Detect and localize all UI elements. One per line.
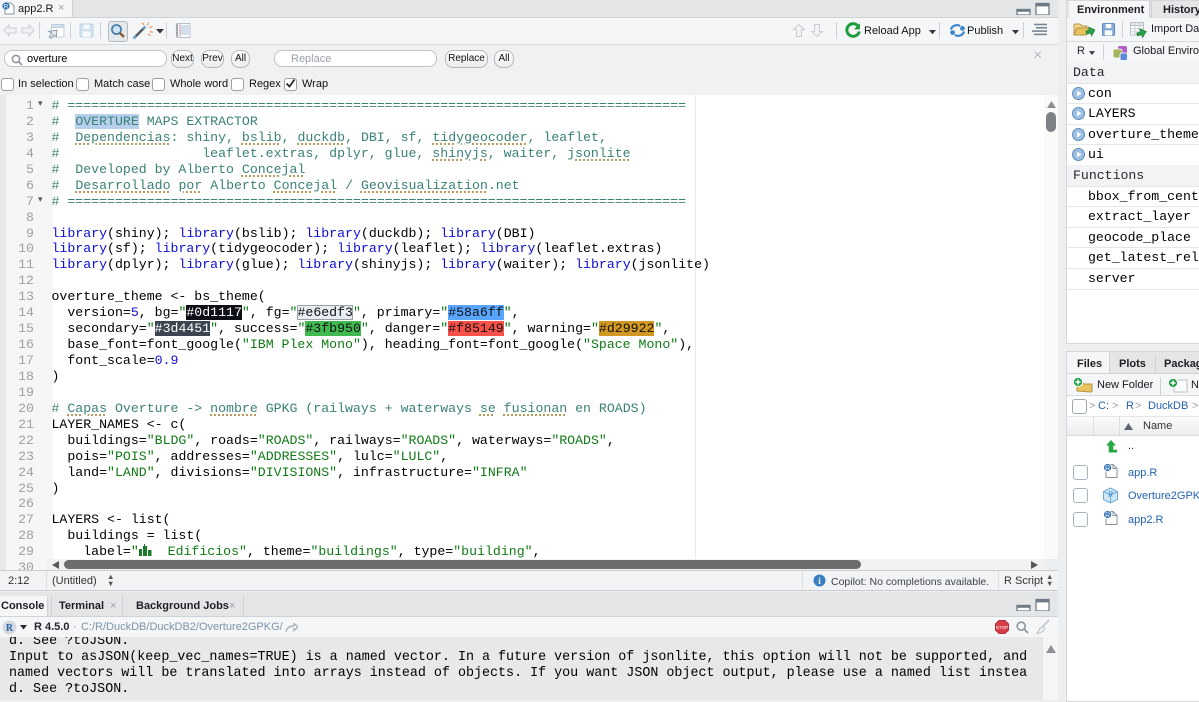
svg-text:R: R (6, 623, 14, 634)
svg-text:R: R (4, 4, 9, 11)
svg-text:R: R (1105, 465, 1110, 472)
svg-text:R: R (1105, 512, 1110, 519)
svg-text:STOP: STOP (996, 625, 1008, 630)
svg-text:R: R (1107, 489, 1113, 498)
